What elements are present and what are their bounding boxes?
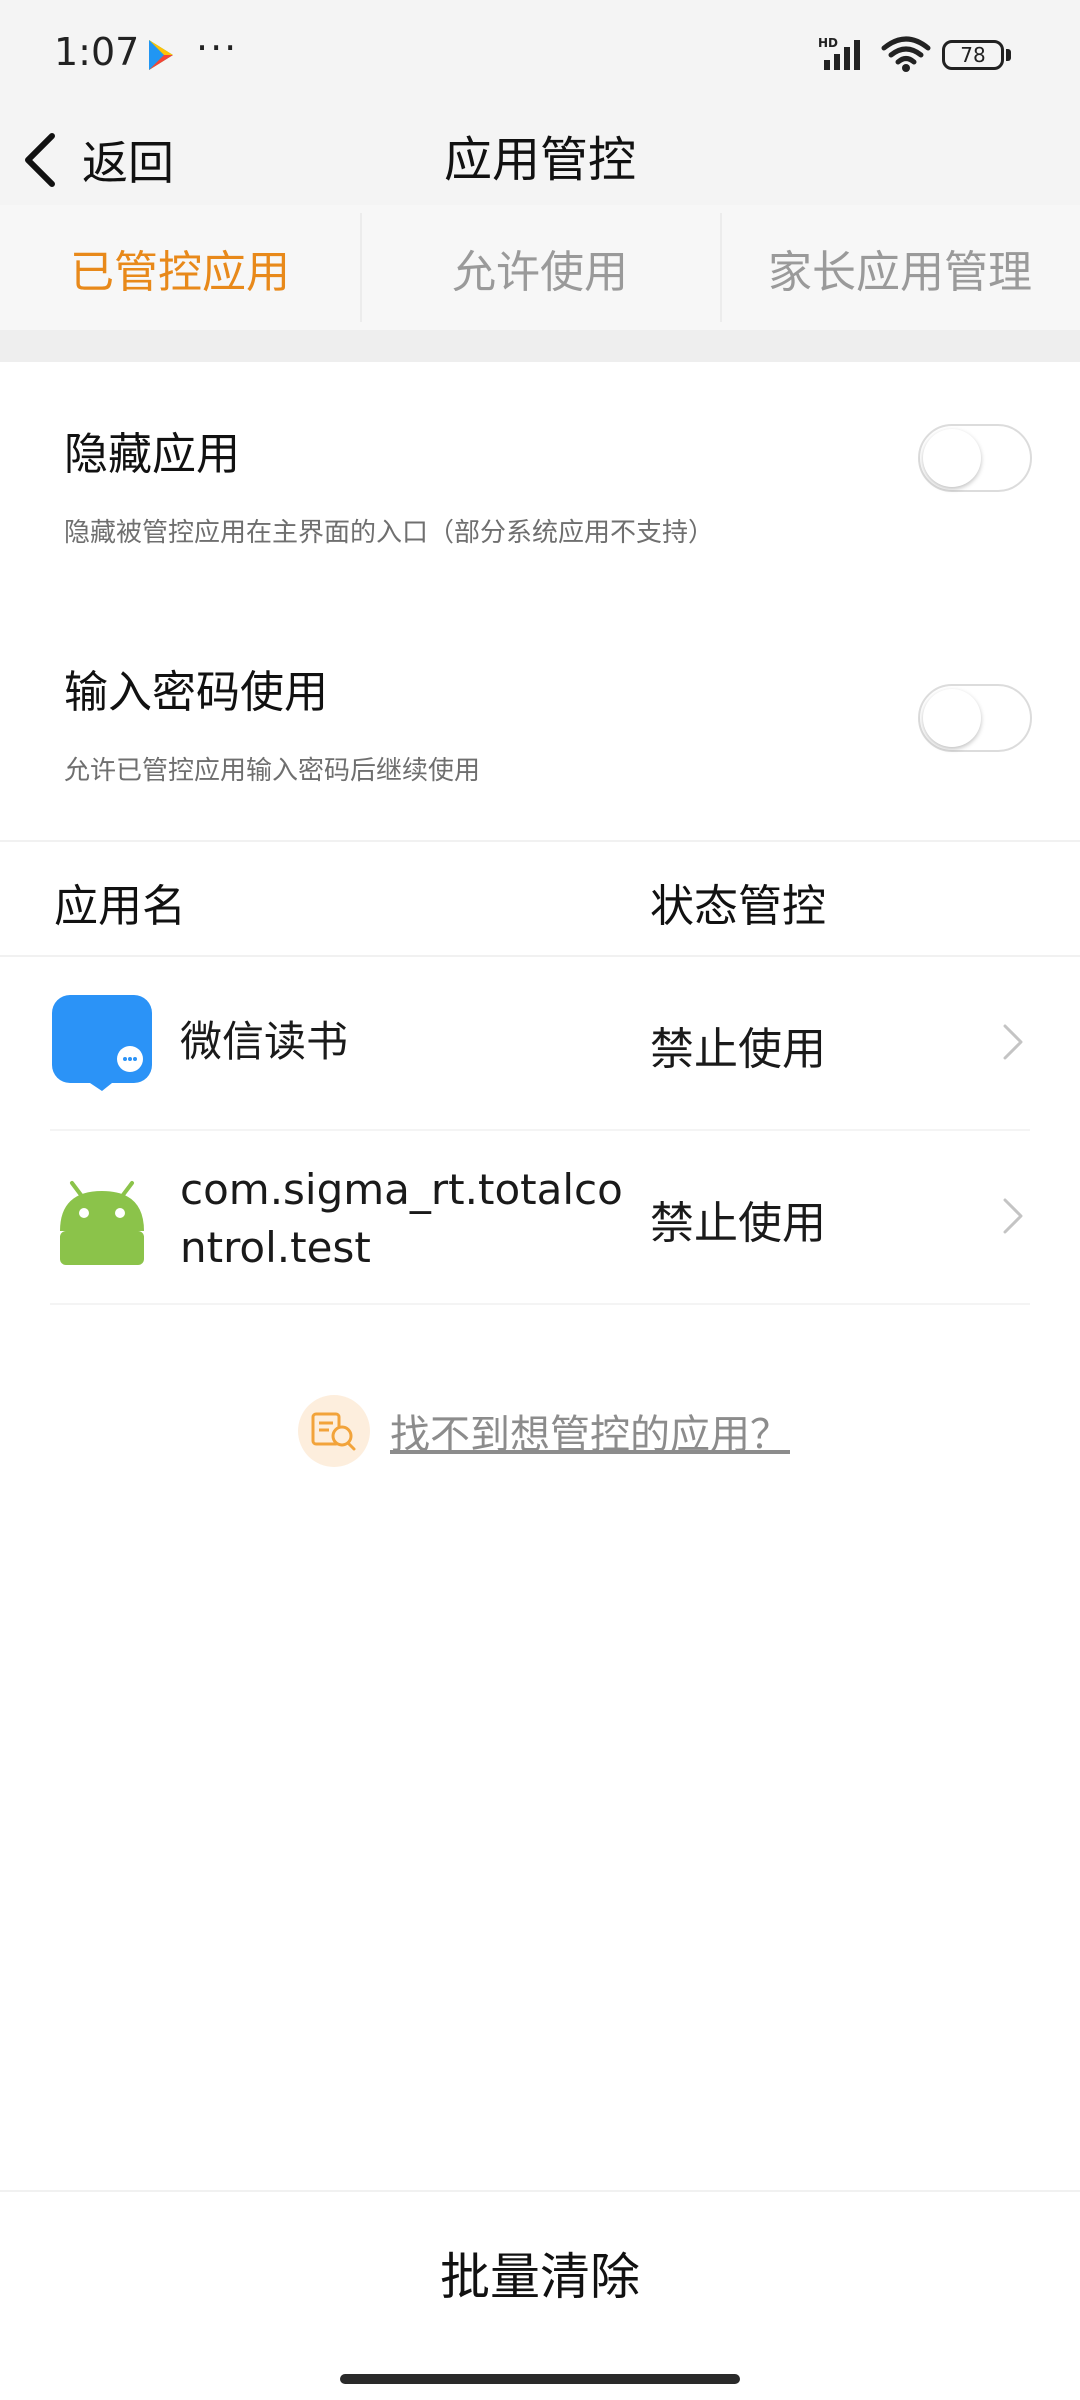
- more-notifications-icon: ···: [196, 26, 239, 70]
- document-search-glyph: [311, 1412, 356, 1451]
- app-row-weread[interactable]: 微信读书 禁止使用: [50, 955, 1030, 1131]
- svg-text:HD: HD: [818, 36, 838, 50]
- wifi-icon: [881, 36, 931, 72]
- setting-password-use: 输入密码使用 允许已管控应用输入密码后继续使用: [0, 600, 1080, 842]
- setting-description: 隐藏被管控应用在主界面的入口（部分系统应用不支持）: [64, 518, 715, 548]
- column-status: 状态管控: [650, 881, 826, 932]
- setting-hide-apps: 隐藏应用 隐藏被管控应用在主界面的入口（部分系统应用不支持）: [0, 362, 1080, 602]
- cannot-find-app-link[interactable]: 找不到想管控的应用？: [298, 1393, 790, 1469]
- weread-icon: [52, 995, 152, 1091]
- signal-icon: HD: [818, 36, 860, 70]
- tab-allowed[interactable]: 允许使用: [360, 205, 720, 330]
- column-app-name: 应用名: [54, 881, 186, 932]
- hide-apps-toggle[interactable]: [918, 424, 1032, 492]
- help-link-text: 找不到想管控的应用？: [390, 1412, 790, 1458]
- back-label: 返回: [82, 136, 174, 190]
- app-row-totalcontrol[interactable]: com.sigma_rt.totalcontrol.test 禁止使用: [50, 1129, 1030, 1305]
- section-divider: [0, 330, 1080, 362]
- setting-title: 输入密码使用: [64, 667, 328, 718]
- toggle-knob: [923, 429, 981, 487]
- battery-icon: 78: [942, 40, 1004, 70]
- chevron-right-icon: [1003, 1198, 1023, 1234]
- password-use-toggle[interactable]: [918, 684, 1032, 752]
- play-store-icon: [149, 40, 173, 70]
- status-time: 1:07: [54, 30, 140, 74]
- batch-clear-button[interactable]: 批量清除: [0, 2192, 1080, 2362]
- search-document-icon: [298, 1395, 370, 1467]
- tab-managed-apps[interactable]: 已管控应用: [0, 205, 360, 330]
- battery-tip: [1006, 49, 1011, 61]
- toggle-knob: [923, 689, 981, 747]
- app-name: com.sigma_rt.totalcontrol.test: [180, 1165, 623, 1272]
- tab-parent-apps[interactable]: 家长应用管理: [720, 205, 1080, 330]
- app-list-header: 应用名 状态管控: [0, 840, 1080, 957]
- back-button[interactable]: 返回: [18, 115, 188, 205]
- android-icon: [60, 1181, 144, 1265]
- chevron-left-icon: [25, 133, 55, 187]
- app-status: 禁止使用: [650, 1198, 826, 1249]
- home-indicator[interactable]: [340, 2374, 740, 2384]
- tab-bar: 已管控应用 允许使用 家长应用管理: [0, 205, 1080, 330]
- setting-title: 隐藏应用: [64, 429, 240, 480]
- battery-level: 78: [960, 43, 986, 67]
- bottom-bar: 批量清除: [0, 2190, 1080, 2362]
- setting-description: 允许已管控应用输入密码后继续使用: [64, 756, 481, 786]
- status-bar: 1:07 ··· HD 78: [0, 0, 1080, 115]
- app-status: 禁止使用: [650, 1024, 826, 1075]
- chevron-right-icon: [1003, 1024, 1023, 1060]
- app-name: 微信读书: [180, 1017, 349, 1066]
- app-bar: 返回 应用管控: [0, 115, 1080, 205]
